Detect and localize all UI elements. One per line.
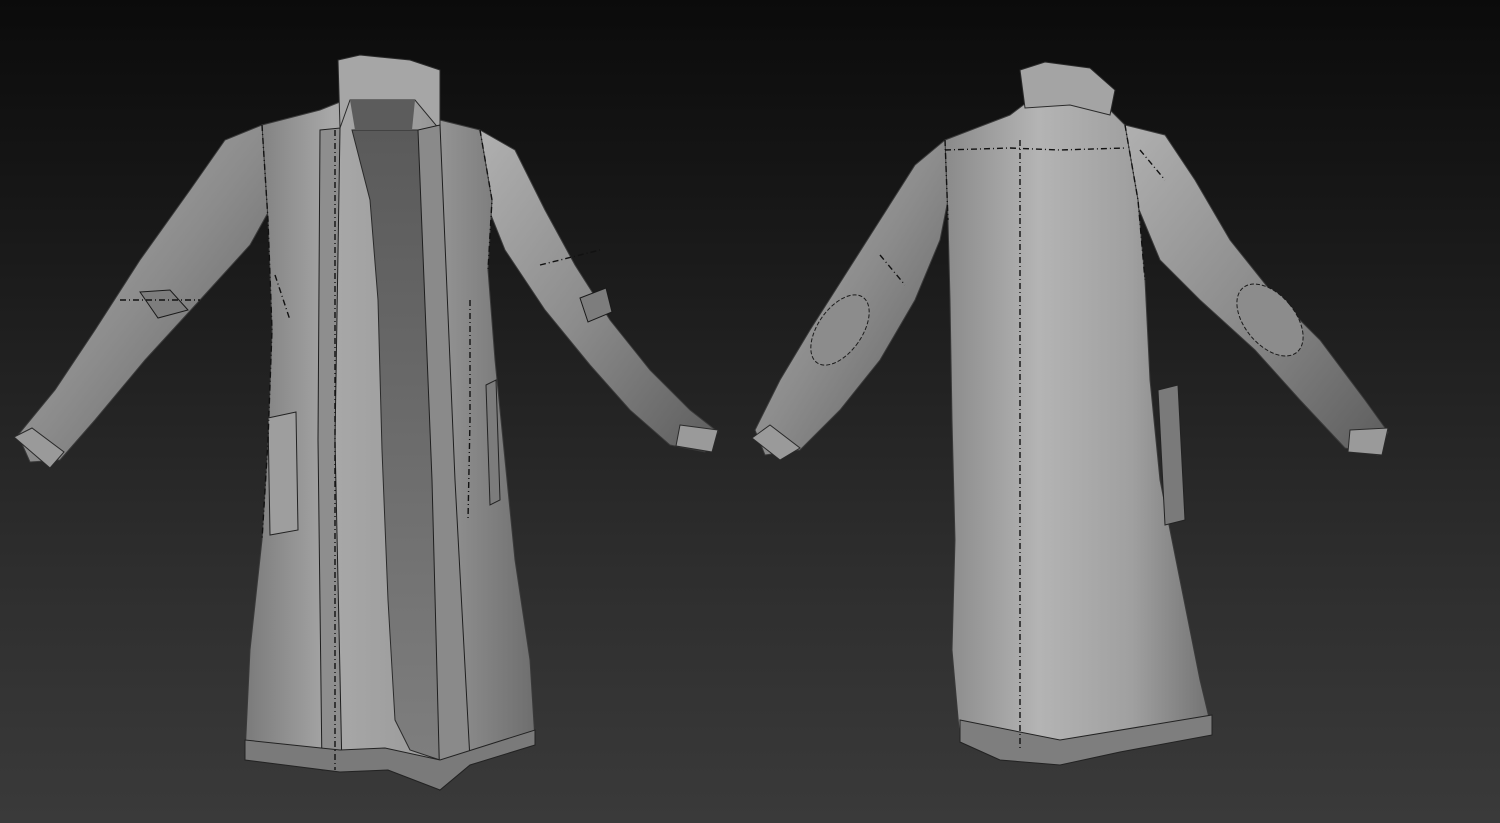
back-right-cuff: [1347, 427, 1389, 456]
coat-back-view[interactable]: [751, 61, 1389, 766]
coat-front-view[interactable]: [13, 54, 719, 792]
sculpt-viewport[interactable]: [0, 0, 1500, 823]
front-pocket-left: [267, 411, 299, 536]
viewport-canvas: [13, 54, 1389, 792]
front-collar-inner: [350, 100, 415, 130]
